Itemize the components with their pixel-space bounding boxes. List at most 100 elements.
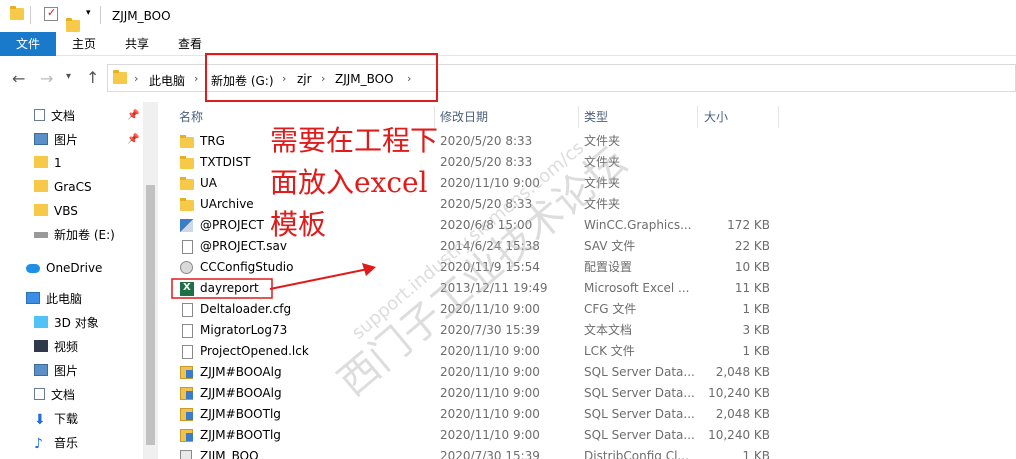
file-size: 1 KB: [742, 302, 770, 316]
excel-icon: [180, 282, 194, 296]
window-title: ZJJM_BOO: [112, 9, 171, 23]
nav-item-pictures[interactable]: 图片: [34, 361, 78, 381]
file-size: [698, 173, 770, 194]
pin-icon[interactable]: 📌: [127, 110, 139, 121]
file-icon: [182, 345, 193, 359]
properties-icon[interactable]: ✓: [44, 6, 58, 21]
quick-access-dropdown-icon[interactable]: ▾: [86, 8, 91, 18]
file-date: 2020/11/10 9:00: [440, 365, 540, 379]
file-name[interactable]: ZJJM_BOO: [200, 446, 430, 459]
nav-item-documents[interactable]: 文档: [34, 385, 75, 405]
file-type: 配置设置: [584, 260, 633, 274]
file-name[interactable]: ZJJM#BOOTlg: [200, 404, 430, 425]
nav-item-pictures-pinned[interactable]: 图片: [34, 130, 78, 150]
nav-item-gracs[interactable]: GraCS: [34, 177, 92, 197]
new-folder-icon[interactable]: [66, 18, 80, 32]
file-size: 1 KB: [742, 449, 770, 459]
file-date: 2020/7/30 15:39: [440, 449, 540, 459]
drive-icon: [34, 232, 48, 238]
nav-item-music[interactable]: ♪ 音乐: [34, 433, 78, 453]
file-type: 文本文档: [584, 323, 633, 337]
file-size: 10,240 KB: [708, 428, 770, 442]
breadcrumb-separator-icon[interactable]: ›: [134, 72, 138, 85]
file-row[interactable]: ZJJM#BOOAlg 2020/11/10 9:00 SQL Server Dat…: [158, 362, 1016, 383]
recent-locations-chevron-icon[interactable]: ▾: [66, 71, 71, 82]
folder-icon: [180, 198, 194, 211]
tab-file[interactable]: 文件: [0, 32, 56, 56]
file-type: SQL Server Data...: [584, 428, 695, 442]
file-size: 2,048 KB: [715, 365, 770, 379]
file-name[interactable]: CCConfigStudio: [200, 257, 430, 278]
file-type: CFG 文件: [584, 302, 637, 316]
file-type: SQL Server Data...: [584, 386, 695, 400]
picture-icon: [34, 364, 48, 376]
computer-icon: [26, 292, 40, 304]
distrib-config-icon: [180, 450, 192, 459]
tab-share[interactable]: 共享: [115, 32, 159, 56]
file-date: 2020/11/10 9:00: [440, 428, 540, 442]
tab-home[interactable]: 主页: [62, 32, 106, 56]
column-header-type[interactable]: 类型: [584, 104, 608, 130]
file-date: 2020/7/30 15:39: [440, 323, 540, 337]
file-size: [698, 131, 770, 152]
folder-icon: [180, 177, 194, 190]
file-type: SQL Server Data...: [584, 407, 695, 421]
file-name[interactable]: ZJJM#BOOAlg: [200, 383, 430, 404]
folder-icon: [34, 180, 48, 192]
nav-item-downloads[interactable]: ⬇ 下载: [34, 409, 78, 429]
file-icon: [182, 240, 193, 254]
sql-database-icon: [180, 366, 193, 379]
forward-arrow-icon[interactable]: →: [40, 69, 53, 88]
music-icon: ♪: [34, 436, 43, 452]
file-icon: [182, 303, 193, 317]
folder-icon: [180, 135, 194, 148]
file-row[interactable]: ZJJM#BOOAlg 2020/11/10 9:00 SQL Server Dat…: [158, 383, 1016, 404]
file-size: 10 KB: [734, 260, 770, 274]
navigation-pane: 文档 📌 图片 📌 1 GraCS VBS 新加卷 (E:) OneDrive …: [0, 102, 158, 459]
file-size: 3 KB: [742, 323, 770, 337]
file-date: 2020/11/10 9:00: [440, 344, 540, 358]
column-divider[interactable]: [578, 106, 579, 128]
file-size: 22 KB: [734, 239, 770, 253]
file-row[interactable]: Deltaloader.cfg 2020/11/10 9:00 CFG 文件 1 KB: [158, 299, 1016, 320]
nav-item-vbs[interactable]: VBS: [34, 201, 78, 221]
breadcrumb-separator-icon[interactable]: ›: [194, 72, 198, 85]
annotation-text: 需要在工程下面放入excel模板: [270, 124, 439, 241]
nav-scrollbar-thumb[interactable]: [146, 185, 155, 445]
nav-item-folder-1[interactable]: 1: [34, 153, 62, 173]
folder-icon: [34, 156, 48, 168]
file-row[interactable]: ProjectOpened.lck 2020/11/10 9:00 LCK 文件 1 …: [158, 341, 1016, 362]
file-type: DistribConfig Cl...: [584, 449, 689, 459]
breadcrumb-this-pc[interactable]: 此电脑: [149, 72, 185, 89]
file-row[interactable]: ZJJM#BOOTlg 2020/11/10 9:00 SQL Server Dat…: [158, 425, 1016, 446]
nav-item-onedrive[interactable]: OneDrive: [26, 258, 102, 278]
file-row[interactable]: ZJJM#BOOTlg 2020/11/10 9:00 SQL Server Dat…: [158, 404, 1016, 425]
nav-item-3d-objects[interactable]: 3D 对象: [34, 313, 99, 333]
file-size: 1 KB: [742, 344, 770, 358]
nav-item-drive-e[interactable]: 新加卷 (E:): [34, 225, 115, 245]
column-header-name[interactable]: 名称: [179, 104, 203, 130]
annotation-highlight-box: [205, 53, 438, 102]
file-name[interactable]: ZJJM#BOOTlg: [200, 425, 430, 446]
pin-icon[interactable]: 📌: [127, 134, 139, 145]
file-icon: [182, 324, 193, 338]
up-arrow-icon[interactable]: ↑: [86, 68, 99, 87]
back-arrow-icon[interactable]: ←: [12, 69, 25, 88]
toolbar-divider: [30, 6, 31, 24]
ribbon-tabs: 文件 主页 共享 查看: [0, 32, 1016, 56]
folder-icon: [180, 156, 194, 169]
nav-item-videos[interactable]: 视频: [34, 337, 78, 357]
file-row[interactable]: dayreport2013/12/11 19:49Microsoft Excel…: [158, 278, 1016, 299]
column-header-size[interactable]: 大小: [704, 104, 728, 130]
3d-objects-icon: [34, 316, 48, 328]
file-row[interactable]: MigratorLog73 2020/7/30 15:39 文本文档 3 KB: [158, 320, 1016, 341]
file-row[interactable]: CCConfigStudio 2020/11/9 15:54 配置设置 10 KB: [158, 257, 1016, 278]
file-row[interactable]: ZJJM_BOO 2020/7/30 15:39 DistribConfig Cl.…: [158, 446, 1016, 459]
file-type: SQL Server Data...: [584, 365, 695, 379]
nav-item-this-pc[interactable]: 此电脑: [26, 289, 82, 309]
file-type: Microsoft Excel ...: [584, 281, 690, 295]
config-settings-icon: [180, 261, 193, 274]
nav-item-documents-pinned[interactable]: 文档: [34, 106, 75, 126]
column-divider[interactable]: [697, 106, 698, 128]
column-divider[interactable]: [778, 106, 779, 128]
